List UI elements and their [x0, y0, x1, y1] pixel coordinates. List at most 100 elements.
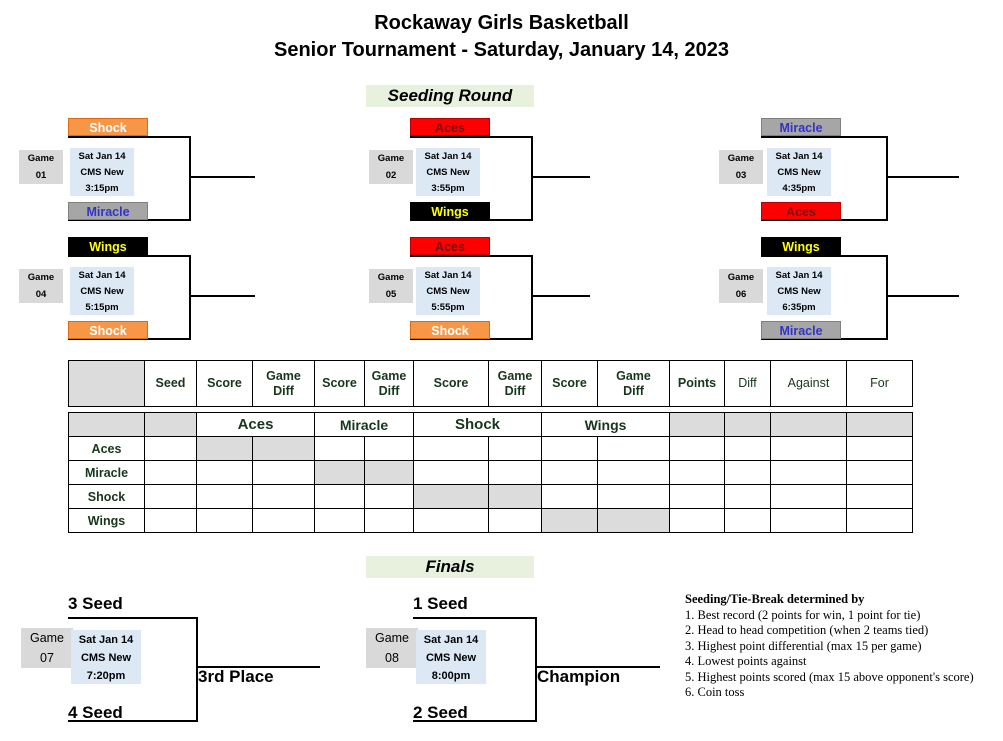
- row-team-wings: Wings: [68, 508, 145, 533]
- cell-wings-vs-wings-diff: [597, 508, 670, 533]
- header-cell-blank: [68, 360, 145, 407]
- cell-aces-for[interactable]: [846, 436, 913, 461]
- cell-aces-vs-aces-score: [196, 436, 253, 461]
- cell-aces-points[interactable]: [669, 436, 725, 461]
- tiebreak-rules: Seeding/Tie-Break determined by 1. Best …: [685, 592, 974, 701]
- header-cell-score-4: Score: [541, 360, 598, 407]
- cell-shock-diff[interactable]: [724, 484, 771, 509]
- opponent-cell-shock: Shock: [413, 412, 542, 437]
- cell-miracle-diff[interactable]: [724, 460, 771, 485]
- cell-miracle-vs-wings-score[interactable]: [541, 460, 598, 485]
- title-line-1: Rockaway Girls Basketball: [374, 12, 629, 34]
- cell-wings-vs-shock-diff[interactable]: [488, 508, 542, 533]
- header-cell-score-3: Score: [413, 360, 489, 407]
- cell-aces-seed[interactable]: [144, 436, 197, 461]
- cell-aces-against[interactable]: [770, 436, 847, 461]
- cell-shock-vs-miracle-diff[interactable]: [364, 484, 414, 509]
- opponent-cell-blank-5: [770, 412, 847, 437]
- game-05-info: Sat Jan 14 CMS New 5:55pm: [416, 267, 480, 315]
- header-cell-for: For: [846, 360, 913, 407]
- opponent-cell-blank-1: [68, 412, 145, 437]
- cell-miracle-vs-shock-diff[interactable]: [488, 460, 542, 485]
- game-06-top-team: Wings: [761, 237, 841, 255]
- game-07-top-seed: 3 Seed: [68, 594, 123, 613]
- cell-aces-diff[interactable]: [724, 436, 771, 461]
- game-07-info: Sat Jan 14 CMS New 7:20pm: [71, 630, 141, 684]
- cell-miracle-points[interactable]: [669, 460, 725, 485]
- cell-wings-against[interactable]: [770, 508, 847, 533]
- cell-miracle-vs-aces-score[interactable]: [196, 460, 253, 485]
- game-04-top-team: Wings: [68, 237, 148, 255]
- cell-shock-vs-wings-diff[interactable]: [597, 484, 670, 509]
- tiebreak-rule-5: 5. Highest points scored (max 15 above o…: [685, 669, 974, 684]
- game-02-info: Sat Jan 14 CMS New 3:55pm: [416, 148, 480, 196]
- standings-header-row: Seed Score Game Diff Score Game Diff Score…: [68, 360, 913, 407]
- row-team-miracle: Miracle: [68, 460, 145, 485]
- opponent-cell-miracle: Miracle: [314, 412, 414, 437]
- cell-aces-vs-aces-diff: [252, 436, 315, 461]
- game-01-info: Sat Jan 14 CMS New 3:15pm: [70, 148, 134, 196]
- cell-wings-points[interactable]: [669, 508, 725, 533]
- cell-aces-vs-shock-score[interactable]: [413, 436, 489, 461]
- cell-miracle-vs-shock-score[interactable]: [413, 460, 489, 485]
- game-08-info: Sat Jan 14 CMS New 8:00pm: [416, 630, 486, 684]
- tiebreak-rules-title: Seeding/Tie-Break determined by: [685, 592, 865, 606]
- cell-wings-vs-miracle-diff[interactable]: [364, 508, 414, 533]
- game-08-top-seed: 1 Seed: [413, 594, 468, 613]
- game-07-label: Game 07: [21, 628, 73, 668]
- game-03-top-team: Miracle: [761, 118, 841, 136]
- cell-shock-points[interactable]: [669, 484, 725, 509]
- cell-wings-vs-aces-diff[interactable]: [252, 508, 315, 533]
- cell-wings-vs-wings-score: [541, 508, 598, 533]
- game-05-top-team: Aces: [410, 237, 490, 255]
- title-line-2: Senior Tournament - Saturday, January 14…: [274, 39, 729, 61]
- opponent-cell-aces: Aces: [196, 412, 315, 437]
- standings-table: Seed Score Game Diff Score Game Diff Score…: [68, 360, 913, 533]
- cell-shock-vs-wings-score[interactable]: [541, 484, 598, 509]
- cell-miracle-vs-aces-diff[interactable]: [252, 460, 315, 485]
- tiebreak-rule-3: 3. Highest point differential (max 15 pe…: [685, 638, 922, 653]
- cell-shock-seed[interactable]: [144, 484, 197, 509]
- cell-miracle-for[interactable]: [846, 460, 913, 485]
- header-cell-seed: Seed: [144, 360, 197, 407]
- standings-opponent-row: Aces Miracle Shock Wings: [68, 412, 913, 437]
- game-06-bottom-team: Miracle: [761, 321, 841, 339]
- cell-shock-against[interactable]: [770, 484, 847, 509]
- cell-aces-vs-shock-diff[interactable]: [488, 436, 542, 461]
- cell-miracle-against[interactable]: [770, 460, 847, 485]
- table-row: Miracle: [68, 460, 913, 485]
- cell-shock-vs-aces-diff[interactable]: [252, 484, 315, 509]
- cell-wings-diff[interactable]: [724, 508, 771, 533]
- opponent-cell-blank-3: [669, 412, 725, 437]
- game-08-bottom-seed: 2 Seed: [413, 703, 468, 722]
- cell-wings-vs-shock-score[interactable]: [413, 508, 489, 533]
- game-01-top-team: Shock: [68, 118, 148, 136]
- cell-aces-vs-miracle-diff[interactable]: [364, 436, 414, 461]
- game-06-label: Game 06: [719, 269, 763, 303]
- game-02-bottom-team: Wings: [410, 202, 490, 220]
- header-cell-diff: Diff: [724, 360, 771, 407]
- opponent-cell-wings: Wings: [541, 412, 670, 437]
- game-02-label: Game 02: [369, 150, 413, 184]
- cell-miracle-vs-wings-diff[interactable]: [597, 460, 670, 485]
- opponent-cell-blank-4: [724, 412, 771, 437]
- cell-aces-vs-miracle-score[interactable]: [314, 436, 365, 461]
- cell-shock-vs-aces-score[interactable]: [196, 484, 253, 509]
- cell-aces-vs-wings-diff[interactable]: [597, 436, 670, 461]
- cell-wings-seed[interactable]: [144, 508, 197, 533]
- cell-wings-vs-miracle-score[interactable]: [314, 508, 365, 533]
- cell-shock-for[interactable]: [846, 484, 913, 509]
- cell-miracle-seed[interactable]: [144, 460, 197, 485]
- page-title: Rockaway Girls Basketball Senior Tournam…: [0, 10, 1003, 64]
- cell-shock-vs-miracle-score[interactable]: [314, 484, 365, 509]
- cell-wings-for[interactable]: [846, 508, 913, 533]
- cell-miracle-vs-miracle-diff: [364, 460, 414, 485]
- cell-aces-vs-wings-score[interactable]: [541, 436, 598, 461]
- header-cell-gamediff-2: Game Diff: [364, 360, 414, 407]
- header-cell-points: Points: [669, 360, 725, 407]
- game-07-bottom-seed: 4 Seed: [68, 703, 123, 722]
- header-cell-against: Against: [770, 360, 847, 407]
- header-cell-score-2: Score: [314, 360, 365, 407]
- cell-wings-vs-aces-score[interactable]: [196, 508, 253, 533]
- header-cell-gamediff-3: Game Diff: [488, 360, 542, 407]
